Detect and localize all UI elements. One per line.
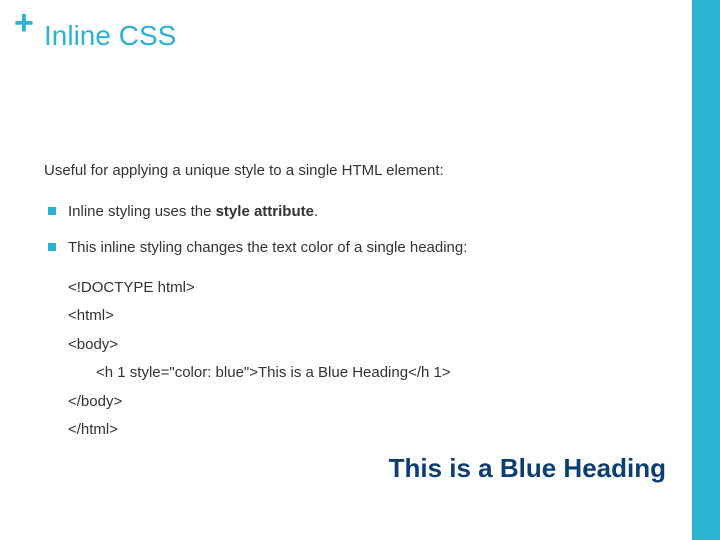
page-title: Inline CSS xyxy=(44,20,176,52)
code-block: <!DOCTYPE html> <html> <body> <h 1 style… xyxy=(44,274,670,445)
code-line: <body> xyxy=(68,331,670,360)
square-bullet-icon xyxy=(48,243,56,251)
right-accent-bar xyxy=(692,0,720,540)
bullet-item: This inline styling changes the text col… xyxy=(44,237,670,260)
code-line: </body> xyxy=(68,388,670,417)
code-line: </html> xyxy=(68,416,670,445)
plus-icon: + xyxy=(14,6,34,40)
bullet-item: Inline styling uses the style attribute. xyxy=(44,201,670,224)
intro-text: Useful for applying a unique style to a … xyxy=(44,160,670,183)
slide-content: Useful for applying a unique style to a … xyxy=(44,160,670,445)
bullet-text-suffix: . xyxy=(314,203,318,220)
rendered-result-heading: This is a Blue Heading xyxy=(389,453,666,484)
bullet-text-bold: style attribute xyxy=(216,203,314,220)
bullet-text-prefix: Inline styling uses the xyxy=(68,203,216,220)
code-line: <!DOCTYPE html> xyxy=(68,274,670,303)
bullet-text: This inline styling changes the text col… xyxy=(68,239,467,256)
square-bullet-icon xyxy=(48,207,56,215)
code-line: <html> xyxy=(68,302,670,331)
code-line: <h 1 style="color: blue">This is a Blue … xyxy=(68,359,670,388)
